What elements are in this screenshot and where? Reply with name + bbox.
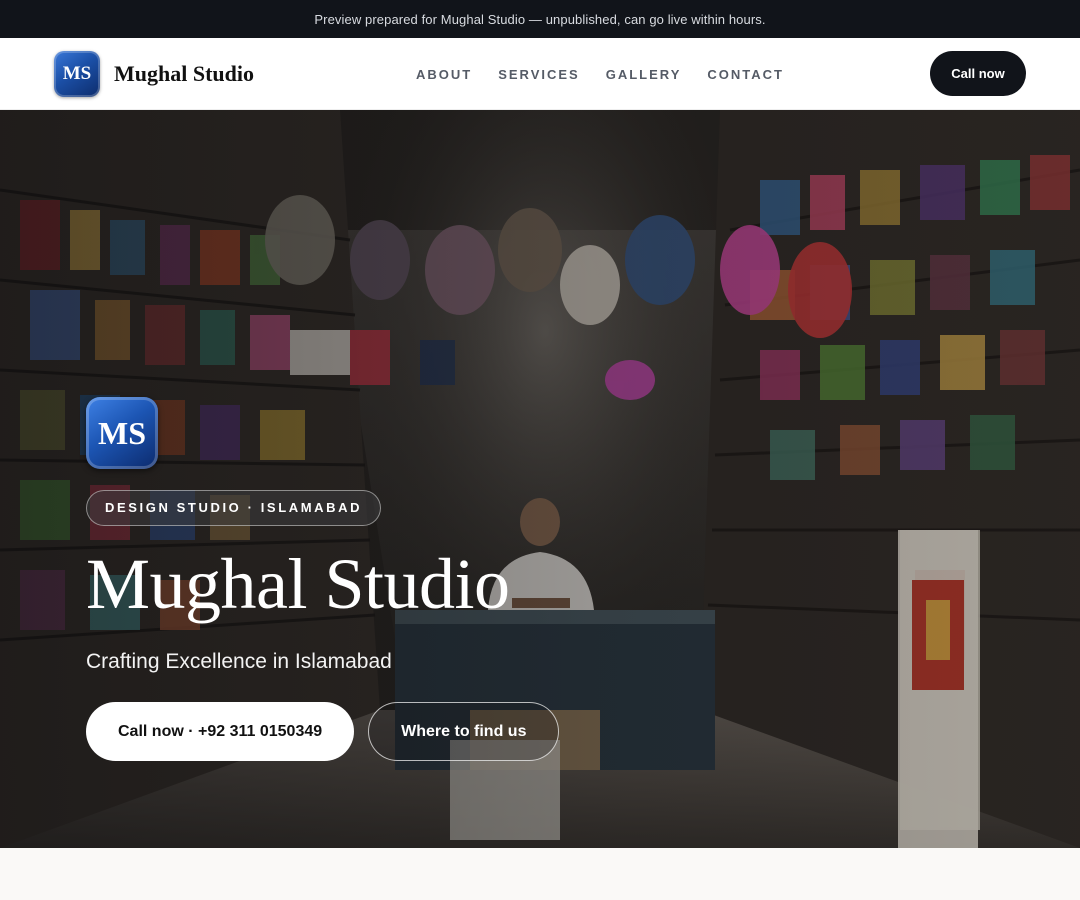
hero-logo-initials: MS bbox=[98, 414, 146, 451]
main-nav: ABOUT SERVICES GALLERY CONTACT bbox=[416, 38, 784, 110]
hero-section: MS DESIGN STUDIO · ISLAMABAD Mughal Stud… bbox=[0, 110, 1080, 848]
header-call-label: Call now bbox=[951, 66, 1005, 81]
nav-item-services[interactable]: SERVICES bbox=[498, 67, 580, 82]
call-now-phone-button[interactable]: Call now · +92 311 0150349 bbox=[86, 702, 355, 761]
hero-content: MS DESIGN STUDIO · ISLAMABAD Mughal Stud… bbox=[86, 397, 786, 761]
next-section-strip bbox=[0, 848, 1080, 900]
hero-subtitle: Crafting Excellence in Islamabad bbox=[86, 650, 392, 673]
logo-initials: MS bbox=[62, 62, 92, 84]
where-to-find-us-button[interactable]: Where to find us bbox=[368, 702, 560, 761]
hero-cta-row: Call now · +92 311 0150349 Where to find… bbox=[86, 702, 786, 761]
hero-title: Mughal Studio bbox=[86, 544, 510, 624]
nav-item-gallery[interactable]: GALLERY bbox=[606, 67, 682, 82]
logo-badge[interactable]: MS bbox=[54, 50, 100, 97]
call-now-phone-label: Call now · +92 311 0150349 bbox=[118, 722, 323, 740]
nav-item-about[interactable]: ABOUT bbox=[416, 67, 472, 82]
announcement-text: Preview prepared for Mughal Studio — unp… bbox=[314, 11, 766, 27]
announcement-bar: Preview prepared for Mughal Studio — unp… bbox=[0, 0, 1080, 38]
hero-eyebrow-badge: DESIGN STUDIO · ISLAMABAD bbox=[86, 490, 382, 526]
where-to-find-us-label: Where to find us bbox=[401, 722, 527, 740]
brand-name[interactable]: Mughal Studio bbox=[114, 61, 254, 87]
header-call-button[interactable]: Call now bbox=[930, 51, 1026, 96]
nav-item-contact[interactable]: CONTACT bbox=[707, 67, 784, 82]
site-header: MS Mughal Studio ABOUT SERVICES GALLERY … bbox=[0, 38, 1080, 110]
hero-logo-badge: MS bbox=[86, 397, 158, 469]
